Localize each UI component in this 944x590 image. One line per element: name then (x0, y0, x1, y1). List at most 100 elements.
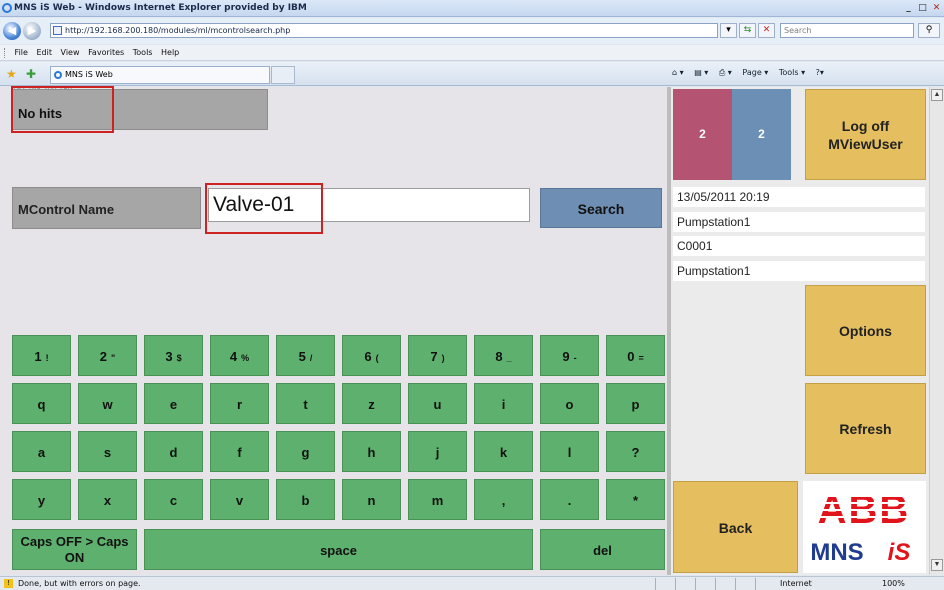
menu-view[interactable]: View (61, 48, 80, 57)
refresh-button[interactable]: Refresh (805, 383, 926, 474)
scroll-down-icon[interactable]: ▼ (931, 559, 943, 571)
back-arrow-icon[interactable]: ◀ (3, 22, 21, 40)
minimize-button[interactable]: _ (902, 2, 915, 14)
key-n[interactable]: n (342, 479, 401, 520)
refresh-icon[interactable]: ⇆ (739, 23, 756, 38)
internet-zone-label: Internet (780, 579, 812, 588)
key-c[interactable]: c (144, 479, 203, 520)
status-segment (675, 578, 676, 590)
key-a[interactable]: a (12, 431, 71, 472)
key-o[interactable]: o (540, 383, 599, 424)
print-icon[interactable]: ⎙ ▾ (719, 68, 732, 77)
key-p[interactable]: p (606, 383, 665, 424)
key-r[interactable]: r (210, 383, 269, 424)
info-code: C0001 (673, 236, 925, 256)
key-k[interactable]: k (474, 431, 533, 472)
close-button[interactable]: ✕ (930, 2, 943, 14)
info-datetime: 13/05/2011 20:19 (673, 187, 925, 207)
info-station: Pumpstation1 (673, 212, 925, 232)
key-4[interactable]: 4% (210, 335, 269, 376)
menu-file[interactable]: File (15, 48, 28, 57)
key-6[interactable]: 6( (342, 335, 401, 376)
favorites-bar: ★ ✚ MNS iS Web ⌂ ▾ ▤ ▾ ⎙ ▾ Page ▾ Tools … (0, 62, 944, 86)
key-l[interactable]: l (540, 431, 599, 472)
page-menu[interactable]: Page ▾ (742, 68, 768, 77)
status-count-alarm[interactable]: 2 (673, 89, 732, 180)
key-g[interactable]: g (276, 431, 335, 472)
key-y[interactable]: y (12, 479, 71, 520)
key-u[interactable]: u (408, 383, 467, 424)
key-w[interactable]: w (78, 383, 137, 424)
options-button[interactable]: Options (805, 285, 926, 376)
key-1[interactable]: 1! (12, 335, 71, 376)
caps-key[interactable]: Caps OFF > Caps ON (12, 529, 137, 570)
key-period[interactable]: . (540, 479, 599, 520)
key-q[interactable]: q (12, 383, 71, 424)
key-8[interactable]: 8 _ (474, 335, 533, 376)
status-count-warning[interactable]: 2 (732, 89, 791, 180)
status-segment (755, 578, 756, 590)
search-go-icon[interactable]: ⚲ (918, 23, 940, 38)
key-z[interactable]: z (342, 383, 401, 424)
favorites-star-icon[interactable]: ★ (6, 67, 17, 81)
key-d[interactable]: d (144, 431, 203, 472)
key-asterisk[interactable]: * (606, 479, 665, 520)
address-dropdown-icon[interactable]: ▾ (720, 23, 737, 38)
menu-tools[interactable]: Tools (133, 48, 153, 57)
window-title: MNS iS Web - Windows Internet Explorer p… (14, 3, 307, 13)
status-message[interactable]: Done, but with errors on page. (18, 579, 141, 588)
key-s[interactable]: s (78, 431, 137, 472)
menu-edit[interactable]: Edit (36, 48, 52, 57)
del-key[interactable]: del (540, 529, 665, 570)
new-tab-button[interactable] (271, 66, 295, 84)
add-favorite-icon[interactable]: ✚ (26, 67, 36, 81)
status-segment (695, 578, 696, 590)
key-7[interactable]: 7) (408, 335, 467, 376)
key-f[interactable]: f (210, 431, 269, 472)
key-0[interactable]: 0 = (606, 335, 665, 376)
maximize-button[interactable]: □ (916, 2, 929, 14)
key-h[interactable]: h (342, 431, 401, 472)
key-b[interactable]: b (276, 479, 335, 520)
key-question[interactable]: ? (606, 431, 665, 472)
key-j[interactable]: j (408, 431, 467, 472)
back-button[interactable]: Back (673, 481, 798, 573)
status-segment (735, 578, 736, 590)
menu-favorites[interactable]: Favorites (88, 48, 124, 57)
key-5[interactable]: 5/ (276, 335, 335, 376)
key-i[interactable]: i (474, 383, 533, 424)
key-9[interactable]: 9- (540, 335, 599, 376)
menu-bar: File Edit View Favorites Tools Help (0, 45, 944, 61)
stop-icon[interactable]: ✕ (758, 23, 775, 38)
logoff-button[interactable]: Log off MViewUser (805, 89, 926, 180)
key-e[interactable]: e (144, 383, 203, 424)
scroll-up-icon[interactable]: ▲ (931, 89, 943, 101)
zoom-level[interactable]: 100% (882, 579, 905, 588)
space-key[interactable]: space (144, 529, 533, 570)
key-x[interactable]: x (78, 479, 137, 520)
page-scrollbar[interactable]: ▲ ▼ (929, 87, 944, 575)
url-field[interactable]: http://192.168.200.180/modules/ml/mcontr… (50, 23, 718, 38)
warning-icon[interactable]: ! (4, 579, 13, 588)
status-bar: ! Done, but with errors on page. Interne… (0, 576, 944, 590)
search-button[interactable]: Search (540, 188, 662, 228)
key-3[interactable]: 3 $ (144, 335, 203, 376)
abb-mns-is-logo: ABB MNS iS (803, 481, 926, 573)
tools-menu[interactable]: Tools ▾ (779, 68, 805, 77)
home-icon[interactable]: ⌂ ▾ (672, 68, 684, 77)
command-bar: ⌂ ▾ ▤ ▾ ⎙ ▾ Page ▾ Tools ▾ ?▾ (672, 68, 832, 78)
browser-tab[interactable]: MNS iS Web (50, 66, 270, 84)
key-v[interactable]: v (210, 479, 269, 520)
menu-help[interactable]: Help (161, 48, 179, 57)
search-box[interactable]: Search (780, 23, 914, 38)
help-icon[interactable]: ?▾ (816, 68, 824, 77)
key-2[interactable]: 2 " (78, 335, 137, 376)
key-comma[interactable]: , (474, 479, 533, 520)
forward-arrow-icon[interactable]: ▶ (23, 22, 41, 40)
highlight-frame (11, 86, 114, 133)
key-t[interactable]: t (276, 383, 335, 424)
mcontrol-name-label-box: MControl Name (12, 187, 201, 229)
logo-mns: MNS (810, 539, 863, 566)
key-m[interactable]: m (408, 479, 467, 520)
feeds-icon[interactable]: ▤ ▾ (694, 68, 708, 77)
